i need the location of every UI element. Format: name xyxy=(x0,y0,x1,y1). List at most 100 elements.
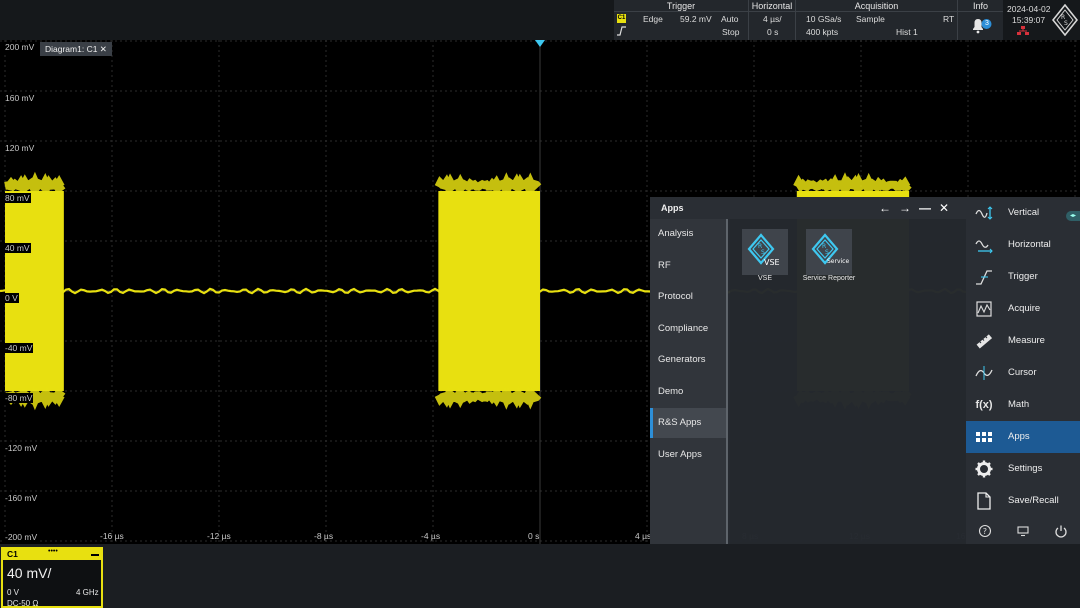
sidebar-label-math: Math xyxy=(1008,399,1030,410)
sidebar-item-measure[interactable]: Measure xyxy=(966,325,1080,357)
sidebar-item-settings[interactable]: Settings xyxy=(966,453,1080,485)
acquisition-mode: Sample xyxy=(856,14,885,24)
category-rs-apps[interactable]: R&S Apps xyxy=(650,408,726,438)
x-tick-label: 0 s xyxy=(528,531,540,541)
service-reporter-app-label[interactable]: Service Reporter xyxy=(796,275,862,282)
channel-c1-coupling: DC-50 Ω xyxy=(7,599,39,608)
sidebar-item-vertical[interactable]: Vertical xyxy=(966,197,1080,229)
minimize-icon[interactable]: — xyxy=(919,201,931,215)
category-rf[interactable]: RF xyxy=(650,251,726,281)
sidebar-label-save-recall: Save/Recall xyxy=(1008,495,1059,506)
apps-panel-header: Apps ← → — ✕ xyxy=(650,197,966,219)
y-tick-label: 160 mV xyxy=(4,93,36,103)
history-indicator: Hist 1 xyxy=(896,27,918,37)
signal-burst xyxy=(434,172,542,410)
service-reporter-app-tile[interactable]: R S Service xyxy=(806,229,852,275)
acquisition-group[interactable]: Acquisition 10 GSa/s 400 kpts Sample His… xyxy=(796,0,957,40)
trigger-header: Trigger xyxy=(614,0,748,12)
rohde-schwarz-logo-icon[interactable]: R S xyxy=(1052,4,1078,36)
apps-tile-area: R S VSE VSE R S Service Service Reporter xyxy=(730,219,966,544)
x-tick-label: -4 µs xyxy=(421,531,441,541)
close-icon[interactable]: ✕ xyxy=(939,201,949,215)
svg-text:?: ? xyxy=(983,527,987,536)
record-length: 400 kpts xyxy=(806,27,839,37)
sidebar-item-acquire[interactable]: Acquire xyxy=(966,293,1080,325)
y-tick-label: -40 mV xyxy=(4,343,34,353)
minimize-card-icon[interactable] xyxy=(91,554,99,556)
horizontal-group[interactable]: Horizontal 4 µs/ 0 s xyxy=(749,0,795,40)
y-tick-label: -120 mV xyxy=(4,443,39,453)
y-tick-label: -80 mV xyxy=(4,393,34,403)
back-arrow-icon[interactable]: ← xyxy=(879,201,891,215)
trigger-state: Stop xyxy=(722,27,740,37)
help-icon[interactable]: ? xyxy=(978,524,992,538)
sidebar-scroll-handle-icon[interactable]: ◂▸ xyxy=(1066,211,1080,221)
network-status-icon xyxy=(1017,26,1029,35)
category-user-apps[interactable]: User Apps xyxy=(650,440,726,470)
drag-handle-icon[interactable]: •••• xyxy=(48,548,58,555)
vse-app-icon: R S VSE xyxy=(747,233,780,267)
settings-icon xyxy=(975,460,993,478)
channel-c1-card[interactable]: C1 •••• 40 mV/ 0 V 4 GHz DC-50 Ω xyxy=(1,547,103,608)
sample-rate: 10 GSa/s xyxy=(806,14,842,24)
display-icon[interactable] xyxy=(1016,524,1030,538)
cursor-icon xyxy=(975,366,993,380)
y-tick-label: -200 mV xyxy=(4,532,39,542)
apps-icon xyxy=(976,432,992,442)
sidebar-label-trigger: Trigger xyxy=(1008,271,1038,282)
notification-count: 3 xyxy=(985,20,989,27)
burst-upper-edge xyxy=(4,171,66,197)
vse-app-label[interactable]: VSE xyxy=(742,275,788,282)
diagram-tab[interactable]: Diagram1: C1 ✕ xyxy=(40,42,112,56)
category-analysis[interactable]: Analysis xyxy=(650,219,726,249)
channel-c1-scale[interactable]: 40 mV/ xyxy=(7,565,51,581)
y-tick-label: 0 V xyxy=(4,293,19,303)
apps-panel: Apps ← → — ✕ Analysis RF Protocol Compli… xyxy=(650,197,966,544)
acquisition-header: Acquisition xyxy=(796,0,957,12)
vertical-icon xyxy=(975,206,993,220)
burst-upper-edge xyxy=(793,172,912,197)
sidebar-item-horizontal[interactable]: Horizontal xyxy=(966,229,1080,261)
category-demo[interactable]: Demo xyxy=(650,377,726,407)
sidebar-item-math[interactable]: f(x) Math xyxy=(966,389,1080,421)
horizontal-header: Horizontal xyxy=(749,0,795,12)
trigger-mode: Auto xyxy=(721,14,739,24)
date-display: 2024-04-02 xyxy=(1007,4,1051,14)
horizontal-icon xyxy=(975,240,993,254)
sidebar-label-measure: Measure xyxy=(1008,335,1045,346)
sidebar-item-save-recall[interactable]: Save/Recall xyxy=(966,485,1080,517)
svg-text:S: S xyxy=(1064,20,1068,27)
category-protocol[interactable]: Protocol xyxy=(650,282,726,312)
realtime-indicator: RT xyxy=(943,14,955,24)
sidebar-item-apps[interactable]: Apps xyxy=(966,421,1080,453)
category-compliance[interactable]: Compliance xyxy=(650,314,726,344)
y-tick-label: 120 mV xyxy=(4,143,36,153)
measure-icon xyxy=(976,334,993,349)
sidebar-label-horizontal: Horizontal xyxy=(1008,239,1051,250)
burst-upper-edge xyxy=(434,172,542,198)
vse-app-tile[interactable]: R S VSE xyxy=(742,229,788,275)
sidebar-label-vertical: Vertical xyxy=(1008,207,1040,218)
apps-category-list: Analysis RF Protocol Compliance Generato… xyxy=(650,219,728,544)
sidebar-item-cursor[interactable]: Cursor xyxy=(966,357,1080,389)
x-tick-label: -8 µs xyxy=(314,531,334,541)
x-tick-label: 4 µs xyxy=(635,531,652,541)
forward-arrow-icon[interactable]: → xyxy=(899,201,911,215)
category-generators[interactable]: Generators xyxy=(650,345,726,375)
trigger-position-marker[interactable] xyxy=(535,40,545,47)
sidebar-bottom-toolbar: ? xyxy=(966,520,1080,544)
y-tick-label: -160 mV xyxy=(4,493,39,503)
sidebar-label-cursor: Cursor xyxy=(1008,367,1037,378)
svg-text:S: S xyxy=(761,249,765,256)
edge-trigger-icon xyxy=(617,26,626,36)
sidebar-item-trigger[interactable]: Trigger xyxy=(966,261,1080,293)
channel-c1-offset: 0 V xyxy=(7,588,20,597)
channel-c1-bandwidth: 4 GHz xyxy=(76,588,99,597)
vse-icon-text: VSE xyxy=(764,258,780,267)
y-tick-label: 40 mV xyxy=(4,243,31,253)
y-tick-label: 80 mV xyxy=(4,193,31,203)
burst-envelope xyxy=(438,191,540,391)
power-icon[interactable] xyxy=(1054,524,1068,538)
sidebar-label-settings: Settings xyxy=(1008,463,1043,474)
bottom-signal-bar: C1 •••• 40 mV/ 0 V 4 GHz DC-50 Ω xyxy=(0,544,1080,608)
